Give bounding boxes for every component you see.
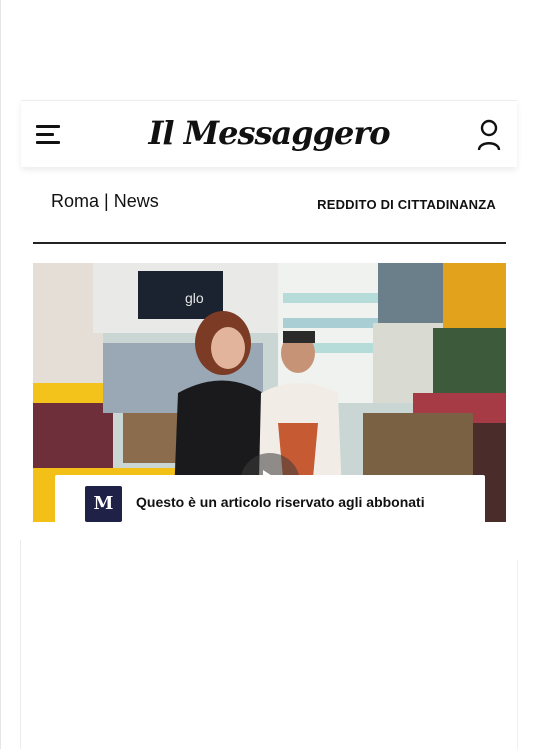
topic-link[interactable]: REDDITO DI CITTADINANZA: [317, 197, 496, 212]
viewport-edge: [517, 560, 518, 749]
viewport-edge: [0, 0, 1, 749]
svg-text:glo: glo: [185, 290, 204, 306]
viewport-edge: [20, 540, 21, 749]
site-logo[interactable]: Il Messaggero: [21, 114, 517, 152]
paywall-message: Questo è un articolo riservato agli abbo…: [136, 494, 425, 510]
section-nav: Roma | News REDDITO DI CITTADINANZA: [33, 186, 506, 244]
section-breadcrumb[interactable]: Roma | News: [51, 191, 159, 212]
site-header: Il Messaggero: [21, 100, 517, 167]
subscriber-paywall-banner[interactable]: M Questo è un articolo riservato agli ab…: [55, 475, 485, 531]
user-account-icon[interactable]: [477, 119, 501, 151]
brand-badge: M: [85, 486, 122, 522]
